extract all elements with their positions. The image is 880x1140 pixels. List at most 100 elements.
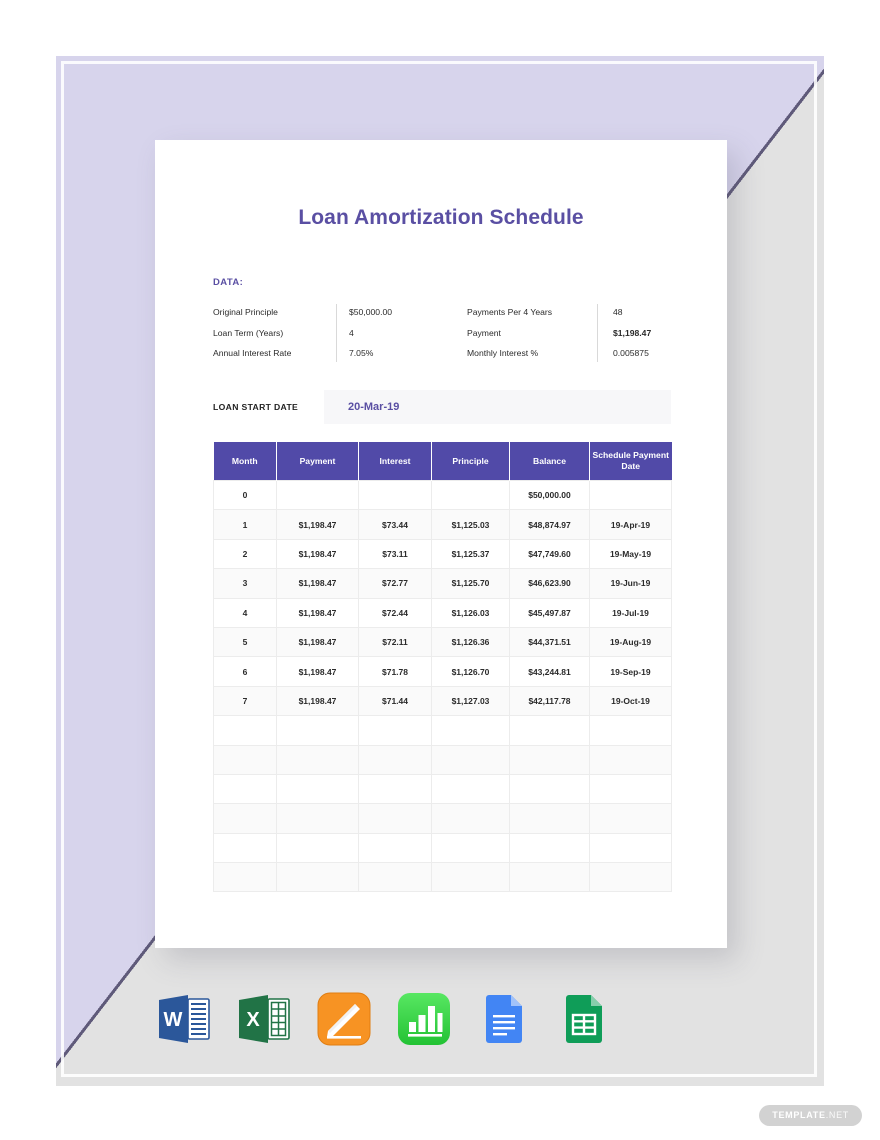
cell-schedule-payment-date	[589, 803, 672, 834]
cell-interest: $71.44	[358, 685, 432, 717]
cell-month: 4	[213, 597, 277, 628]
apple-pages-icon[interactable]	[315, 990, 373, 1048]
cell-balance: $44,371.51	[509, 626, 590, 658]
cell-payment	[276, 715, 359, 746]
cell-principle	[431, 773, 510, 805]
poster-background: Loan Amortization Schedule DATA: Origina…	[0, 0, 880, 1140]
cell-principle	[431, 803, 510, 834]
data-key-original-principle: Original Principle	[213, 307, 278, 317]
google-docs-icon[interactable]	[475, 990, 533, 1048]
loan-start-date-field[interactable]: 20-Mar-19	[324, 390, 671, 424]
data-value-monthly-interest: 0.005875	[613, 348, 649, 359]
cell-schedule-payment-date	[589, 744, 672, 775]
table-row: 1 $1,198.47 $73.44 $1,125.03 $48,874.97 19-Ap…	[213, 509, 672, 540]
template-net-badge[interactable]: TEMPLATE.NET	[759, 1105, 862, 1126]
table-row: 4 $1,198.47 $72.44 $1,126.03 $45,497.87 19-Ju…	[213, 597, 672, 628]
page-title: Loan Amortization Schedule	[298, 206, 584, 229]
cell-payment	[276, 832, 359, 864]
cell-schedule-payment-date	[589, 832, 672, 864]
data-key-loan-term: Loan Term (Years)	[213, 327, 284, 338]
table-header-row: Month Payment Interest Principle Balance…	[213, 442, 672, 481]
cell-interest	[358, 862, 432, 893]
cell-month	[213, 862, 277, 893]
table-row: 7 $1,198.47 $71.44 $1,127.03 $42,117.78 19-Oc…	[213, 685, 672, 717]
cell-principle	[431, 715, 510, 746]
cell-schedule-payment-date: 19-Jul-19	[589, 597, 672, 628]
column-header-principle[interactable]: Principle	[431, 442, 510, 481]
cell-balance: $42,117.78	[509, 685, 590, 717]
cell-interest	[358, 479, 432, 511]
cell-principle: $1,126.70	[431, 656, 510, 687]
microsoft-word-icon[interactable]: W	[155, 990, 213, 1048]
cell-balance: $43,244.81	[509, 656, 590, 687]
cell-month	[213, 773, 277, 805]
cell-balance	[509, 862, 590, 893]
svg-text:W: W	[164, 1009, 183, 1031]
cell-month	[213, 803, 277, 834]
cell-balance	[509, 773, 590, 805]
cell-principle: $1,127.03	[431, 685, 510, 717]
data-value-loan-term: 4	[349, 327, 354, 338]
data-row: Original Principle $50,000.00 Payments P…	[213, 302, 671, 323]
cell-balance	[509, 744, 590, 775]
cell-payment: $1,198.47	[276, 538, 359, 570]
cell-interest	[358, 803, 432, 834]
cell-interest	[358, 715, 432, 746]
table-row	[213, 862, 672, 893]
cell-interest: $72.44	[358, 597, 432, 628]
cell-balance	[509, 803, 590, 834]
data-value-annual-interest-rate: 7.05%	[349, 348, 374, 359]
table-row: 0 $50,000.00	[213, 479, 672, 511]
microsoft-excel-icon[interactable]: X	[235, 990, 293, 1048]
cell-balance: $50,000.00	[509, 479, 590, 511]
data-value-payments-per-4-years: 48	[613, 307, 623, 317]
margin-bottom	[0, 1086, 880, 1140]
table-row: 2 $1,198.47 $73.11 $1,125.37 $47,749.60 19-Ma…	[213, 538, 672, 570]
cell-interest: $72.77	[358, 568, 432, 599]
data-value-payment: $1,198.47	[613, 327, 652, 338]
cell-month	[213, 715, 277, 746]
cell-balance	[509, 715, 590, 746]
column-header-schedule-payment-date[interactable]: Schedule Payment Date	[589, 442, 672, 481]
cell-principle: $1,125.37	[431, 538, 510, 570]
cell-month	[213, 832, 277, 864]
cell-payment: $1,198.47	[276, 626, 359, 658]
cell-interest: $71.78	[358, 656, 432, 687]
cell-balance	[509, 832, 590, 864]
cell-payment: $1,198.47	[276, 656, 359, 687]
data-row: Loan Term (Years) 4 Payment $1,198.47	[213, 323, 671, 344]
table-row: 5 $1,198.47 $72.11 $1,126.36 $44,371.51 19-Au…	[213, 626, 672, 658]
data-section-label: DATA:	[213, 277, 244, 288]
data-summary-grid: Original Principle $50,000.00 Payments P…	[213, 302, 671, 364]
cell-month	[213, 744, 277, 775]
column-header-payment[interactable]: Payment	[276, 442, 359, 481]
column-header-balance[interactable]: Balance	[509, 442, 590, 481]
cell-payment: $1,198.47	[276, 568, 359, 599]
document-page: Loan Amortization Schedule DATA: Origina…	[155, 140, 727, 948]
cell-principle	[431, 479, 510, 511]
cell-principle: $1,126.03	[431, 597, 510, 628]
column-header-interest[interactable]: Interest	[358, 442, 432, 481]
cell-payment: $1,198.47	[276, 685, 359, 717]
cell-month: 2	[213, 538, 277, 570]
cell-schedule-payment-date	[589, 773, 672, 805]
table-row	[213, 773, 672, 805]
data-key-annual-interest-rate: Annual Interest Rate	[213, 348, 292, 359]
cell-principle	[431, 832, 510, 864]
amortization-table-body: 0 $50,000.00 1 $1,198.47 $73.44 $1,125.03 $48,…	[213, 479, 672, 893]
cell-balance: $46,623.90	[509, 568, 590, 599]
column-header-month[interactable]: Month	[213, 442, 277, 481]
brand-name: TEMPLATE	[772, 1110, 826, 1120]
table-row	[213, 744, 672, 775]
apple-numbers-icon[interactable]	[395, 990, 453, 1048]
google-sheets-icon[interactable]	[555, 990, 613, 1048]
supported-apps-row: W X	[155, 988, 615, 1050]
brand-suffix: .NET	[825, 1110, 849, 1120]
cell-schedule-payment-date: 19-Aug-19	[589, 626, 672, 658]
cell-interest: $73.11	[358, 538, 432, 570]
amortization-table: Month Payment Interest Principle Balance…	[213, 442, 672, 893]
cell-payment: $1,198.47	[276, 597, 359, 628]
data-key-payment: Payment	[467, 327, 501, 338]
cell-schedule-payment-date	[589, 715, 672, 746]
cell-schedule-payment-date: 19-Apr-19	[589, 509, 672, 540]
